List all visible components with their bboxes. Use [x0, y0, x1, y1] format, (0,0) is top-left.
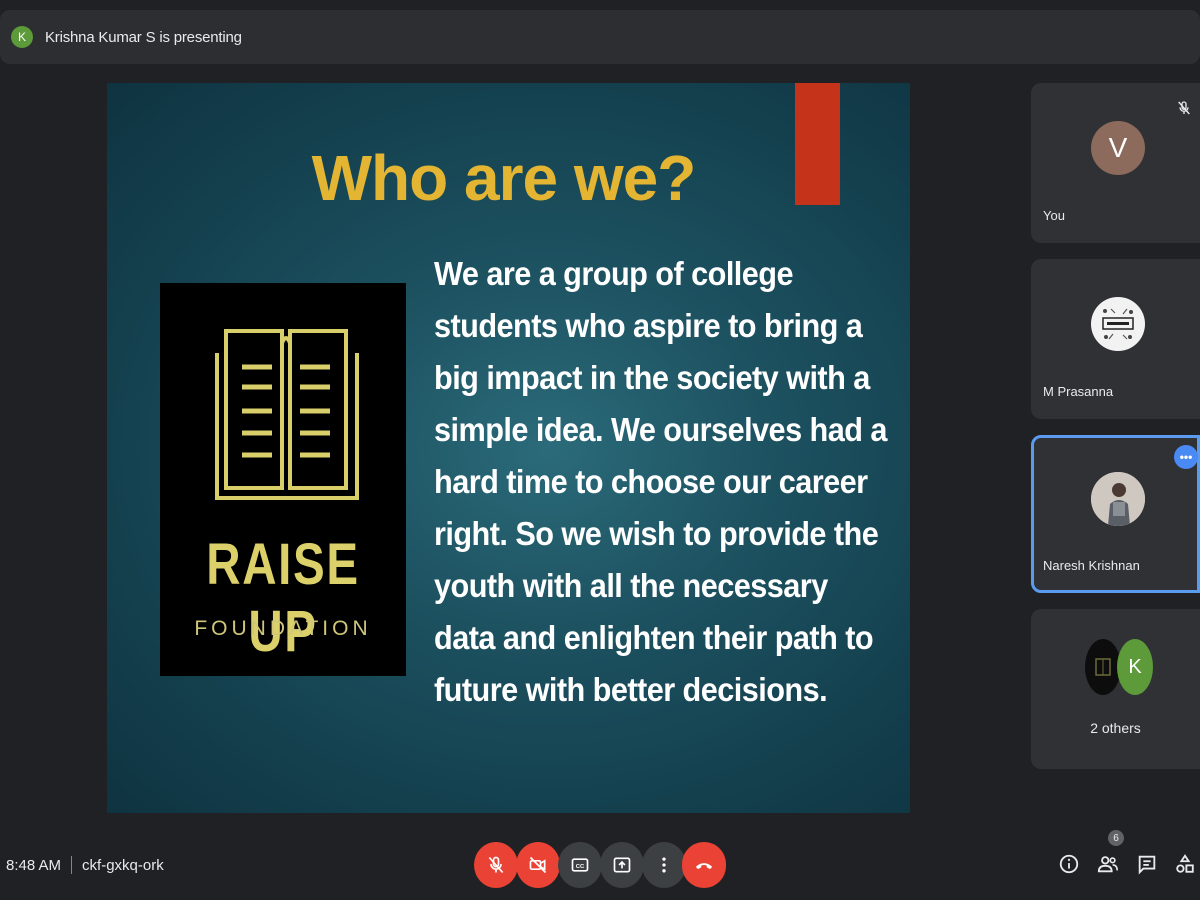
- more-options-button[interactable]: [642, 842, 686, 888]
- leave-call-button[interactable]: [682, 842, 726, 888]
- microphone-off-button[interactable]: [474, 842, 518, 888]
- info-icon: [1059, 854, 1079, 874]
- participant-tile-naresh-krishnan[interactable]: ••• Naresh Krishnan: [1031, 435, 1200, 593]
- meet-window: K Krishna Kumar S is presenting Who are …: [0, 0, 1200, 900]
- svg-text:CC: CC: [576, 864, 585, 870]
- people-count-badge: 6: [1108, 830, 1124, 846]
- more-options-icon[interactable]: •••: [1174, 445, 1198, 469]
- logo-subtitle: FOUNDATION: [194, 617, 372, 640]
- captions-button[interactable]: CC: [558, 842, 602, 888]
- meeting-code: ckf-gxkq-ork: [82, 856, 164, 874]
- participant-tile-m-prasanna[interactable]: M Prasanna: [1031, 259, 1200, 419]
- people-button[interactable]: [1094, 850, 1122, 878]
- clock: 8:48 AM: [6, 856, 62, 874]
- avatar: [1085, 639, 1121, 695]
- open-book-icon: [215, 329, 359, 500]
- photo-avatar: [1091, 472, 1145, 526]
- participant-name: You: [1043, 208, 1065, 223]
- others-label: 2 others: [1090, 720, 1141, 736]
- meeting-details: 8:48 AM ckf-gxkq-ork: [0, 852, 164, 878]
- captions-icon: CC: [571, 858, 589, 872]
- slide-title: Who are we?: [107, 141, 910, 215]
- present-icon: [613, 857, 631, 873]
- raise-up-logo: RAISE UP FOUNDATION: [160, 283, 406, 676]
- presenter-avatar: K: [11, 26, 33, 48]
- participant-tile-others[interactable]: K 2 others: [1031, 609, 1200, 769]
- camera-off-icon: [529, 856, 547, 874]
- slide-title-text: Who are we?: [311, 142, 697, 214]
- mic-off-icon: [1178, 101, 1190, 115]
- activities-icon: [1176, 854, 1194, 873]
- hang-up-icon: [695, 863, 713, 870]
- participant-name: M Prasanna: [1043, 384, 1114, 399]
- present-now-button[interactable]: [600, 842, 644, 888]
- divider: [71, 856, 73, 874]
- participant-name: Naresh Krishnan: [1043, 558, 1140, 573]
- avatar: K: [1117, 639, 1153, 695]
- presenting-banner: K Krishna Kumar S is presenting: [0, 10, 1200, 64]
- people-icon: [1097, 856, 1118, 873]
- meeting-info-button[interactable]: [1055, 850, 1083, 878]
- presenting-label: Krishna Kumar S is presenting: [45, 28, 242, 46]
- science-logo-avatar: [1091, 297, 1145, 351]
- participant-tile-you[interactable]: V You: [1031, 83, 1200, 243]
- presentation-slide: Who are we? RAISE UP FOUNDATION We are a…: [107, 83, 910, 813]
- avatar: V: [1091, 121, 1145, 175]
- slide-body-text: We are a group of college students who a…: [434, 255, 887, 708]
- chat-icon: [1138, 855, 1156, 875]
- camera-off-button[interactable]: [516, 842, 560, 888]
- activities-button[interactable]: [1171, 850, 1199, 878]
- logo-name: RAISE UP: [206, 532, 360, 664]
- more-vert-icon: [662, 857, 666, 873]
- mic-off-icon: [488, 856, 504, 874]
- chat-button[interactable]: [1133, 850, 1161, 878]
